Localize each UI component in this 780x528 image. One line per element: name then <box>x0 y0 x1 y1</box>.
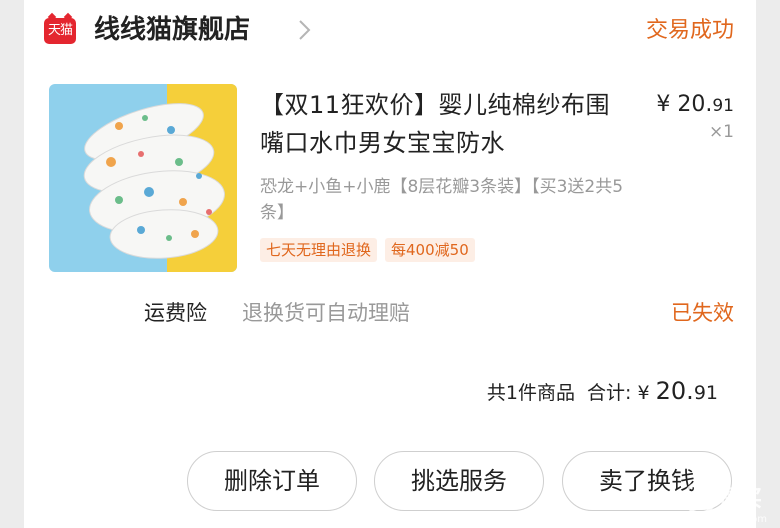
insurance-label: 运费险 <box>144 301 207 325</box>
resell-button[interactable]: 卖了换钱 <box>562 451 732 511</box>
product-spec: 恐龙+小鱼+小鹿【8层花瓣3条装】【买3送2共5条】 <box>260 177 624 223</box>
product-tags: 七天无理由退换 每400减50 <box>260 238 475 262</box>
product-title[interactable]: 【双11狂欢价】婴儿纯棉纱布围嘴口水巾男女宝宝防水 <box>260 86 630 162</box>
order-summary: 共1件商品 合计: ¥ 20.91 <box>487 376 718 408</box>
order-card: 天猫 线线猫旗舰店 交易成功 【双11狂欢价】婴儿纯棉纱布围嘴口水巾男女宝宝防水… <box>24 0 756 528</box>
insurance-description: 退换货可自动理赔 <box>242 301 410 325</box>
total-amount-decimal: 91 <box>693 382 718 404</box>
total-label: 合计: <box>587 382 638 404</box>
total-currency: ¥ <box>637 382 656 404</box>
tag-discount: 每400减50 <box>385 238 475 262</box>
price-decimal: 91 <box>712 96 734 116</box>
tmall-logo-icon: 天猫 <box>44 18 76 44</box>
item-count: 共1件商品 <box>486 382 575 404</box>
delete-order-button[interactable]: 删除订单 <box>187 451 357 511</box>
shop-name[interactable]: 线线猫旗舰店 <box>94 13 250 47</box>
price-main: 20. <box>677 92 713 117</box>
order-status: 交易成功 <box>645 18 734 43</box>
product-image <box>49 84 237 272</box>
tag-return-policy: 七天无理由退换 <box>260 238 378 262</box>
chevron-right-icon[interactable] <box>292 18 316 42</box>
product-thumbnail[interactable] <box>49 84 237 272</box>
shop-header[interactable]: 天猫 线线猫旗舰店 交易成功 <box>24 0 756 62</box>
price-currency: ¥ <box>656 92 678 117</box>
product-quantity: ×1 <box>708 122 734 142</box>
insurance-status: 已失效 <box>671 301 734 325</box>
product-price: ¥ 20.91 <box>656 90 734 121</box>
choose-service-button[interactable]: 挑选服务 <box>374 451 544 511</box>
total-amount-main: 20. <box>655 377 694 405</box>
